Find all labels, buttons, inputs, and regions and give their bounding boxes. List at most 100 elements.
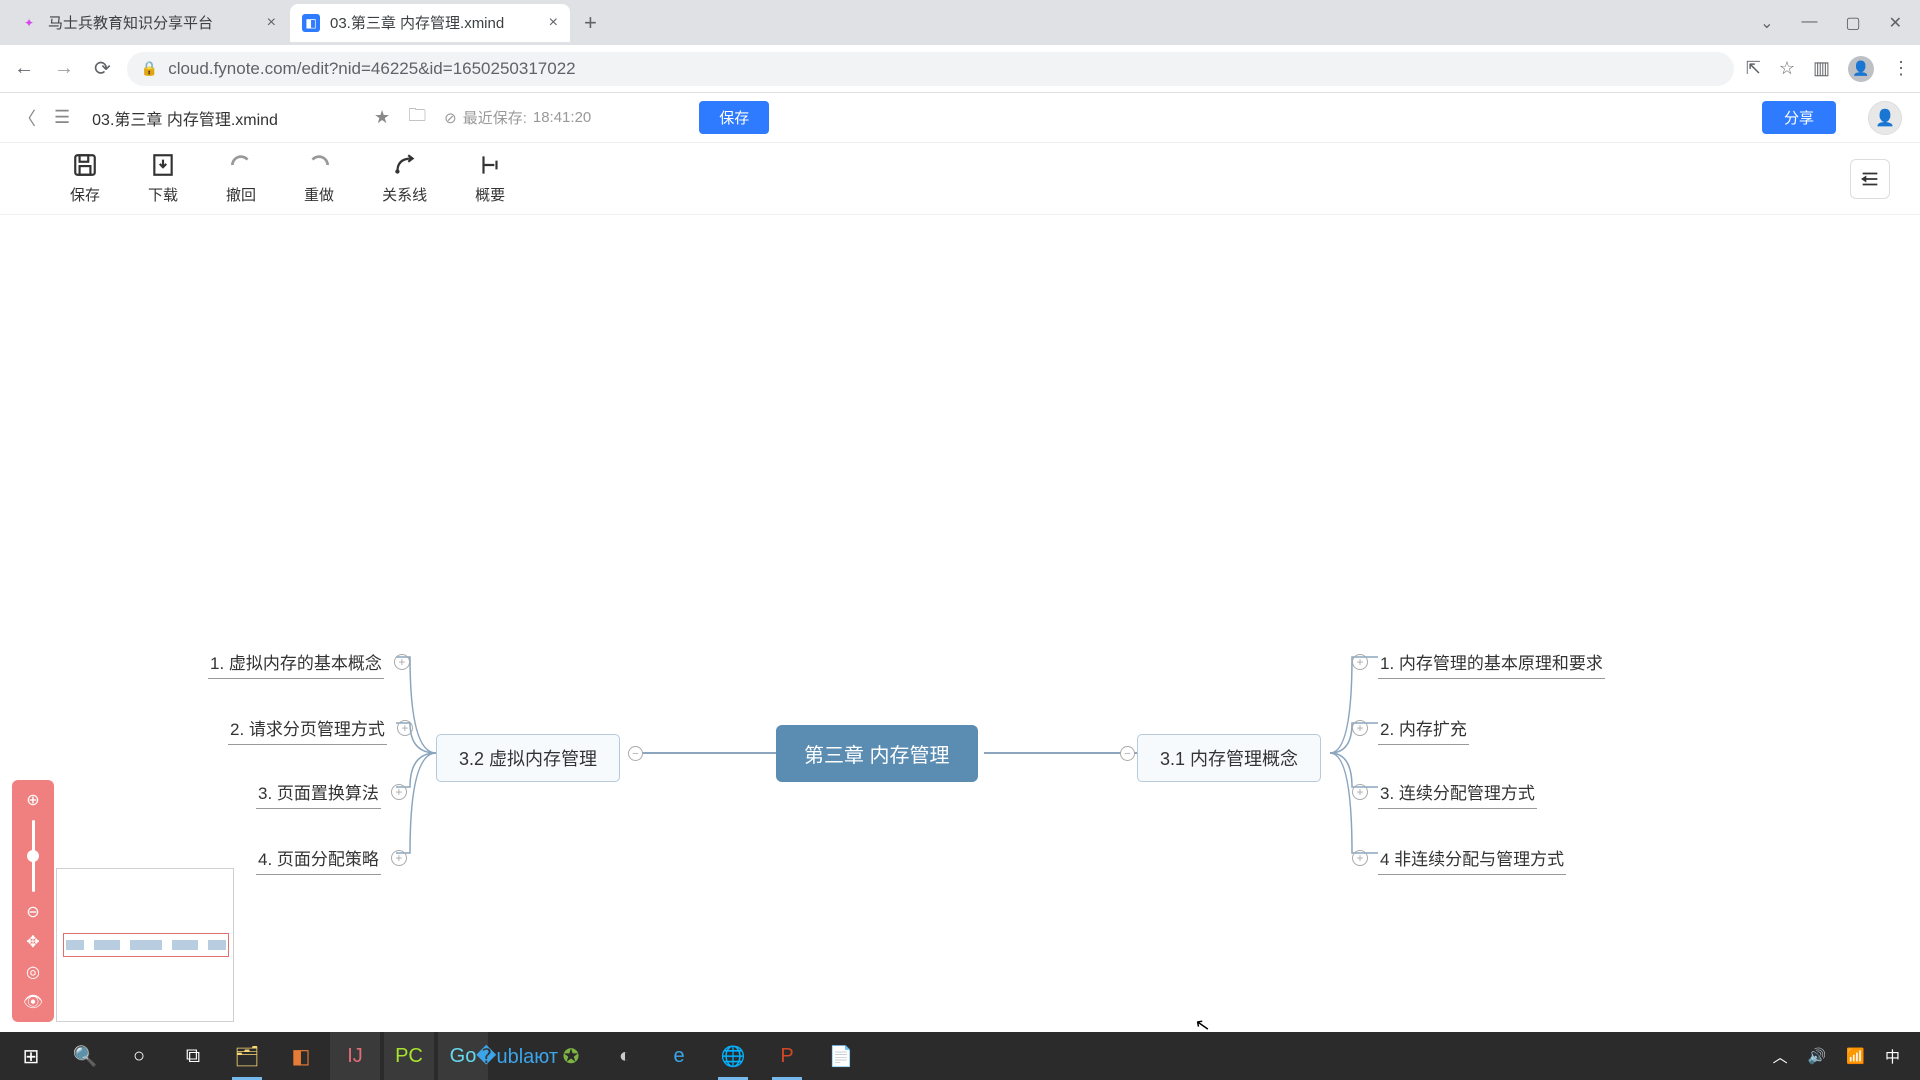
zoom-slider[interactable] [32,820,35,892]
panel-toggle-button[interactable] [1850,159,1890,199]
browser-tab-active[interactable]: ◧ 03.第三章 内存管理.xmind × [290,4,570,42]
tool-save[interactable]: 保存 [70,152,100,205]
tab-title: 马士兵教育知识分享平台 [48,12,213,33]
window-controls: ⌄ — ▢ ✕ [1760,13,1912,33]
minimize-icon[interactable]: — [1801,13,1817,33]
browser-tab[interactable]: ✦ 马士兵教育知识分享平台 × [8,4,288,42]
tool-redo[interactable]: 重做 [304,152,334,205]
vscode-icon[interactable]: �ublают [492,1032,542,1080]
move-icon[interactable]: ✥ [26,932,39,952]
locate-icon[interactable]: ◎ [26,962,40,982]
collapse-toggle[interactable]: − [628,746,643,761]
tool-relation[interactable]: 关系线 [382,152,427,205]
ime-indicator[interactable]: 中 [1885,1046,1900,1067]
zoom-out-icon[interactable]: ⊖ [26,902,39,922]
notepad-icon[interactable]: 📄 [816,1032,866,1080]
close-icon[interactable]: × [267,14,276,32]
favicon-icon: ◧ [302,14,320,32]
new-tab-button[interactable]: + [572,10,609,36]
outline-icon [1859,168,1881,190]
add-child-icon[interactable]: + [1352,654,1368,670]
search-icon[interactable]: 🔍 [60,1032,110,1080]
zoom-in-icon[interactable]: ⊕ [26,790,39,810]
app-header: 〈 ☰ 03.第三章 内存管理.xmind ★ 🗀 ⊘ 最近保存: 18:41:… [0,93,1920,143]
leaf-node[interactable]: 1. 虚拟内存的基本概念 [208,645,384,679]
system-tray: ︿ 🔊 📶 中 [1773,1046,1914,1067]
share-button[interactable]: 分享 [1762,101,1836,134]
mindmap-canvas[interactable]: 第三章 内存管理 3.2 虚拟内存管理 − 3.1 内存管理概念 − + 1. … [0,215,1920,1032]
leaf-node[interactable]: 3. 连续分配管理方式 [1378,775,1537,809]
add-child-icon[interactable]: + [397,720,413,736]
add-child-icon[interactable]: + [1352,784,1368,800]
add-child-icon[interactable]: + [1352,850,1368,866]
undo-icon [228,152,254,178]
wifi-icon[interactable]: 📶 [1846,1047,1865,1065]
kebab-menu-icon[interactable]: ⋮ [1892,58,1910,79]
powerpoint-icon[interactable]: P [762,1032,812,1080]
left-branch-node[interactable]: 3.2 虚拟内存管理 [436,734,620,782]
task-view-icon[interactable]: ⧉ [168,1032,218,1080]
collapse-toggle[interactable]: − [1120,746,1135,761]
relation-icon [392,152,418,178]
tool-undo[interactable]: 撤回 [226,152,256,205]
url-input[interactable]: 🔒 cloud.fynote.com/edit?nid=46225&id=165… [127,52,1734,86]
cortana-icon[interactable]: ○ [114,1032,164,1080]
save-button[interactable]: 保存 [699,101,769,134]
add-child-icon[interactable]: + [391,784,407,800]
menu-icon[interactable]: ☰ [54,107,70,128]
add-child-icon[interactable]: + [394,654,410,670]
minimap[interactable] [56,868,234,1022]
app-icon[interactable]: ✪ [546,1032,596,1080]
leaf-node[interactable]: 2. 内存扩充 [1378,711,1469,745]
back-icon[interactable]: 〈 [18,105,36,131]
sidepanel-icon[interactable]: ▥ [1813,58,1830,79]
back-button[interactable]: ← [10,53,38,84]
leaf-node[interactable]: 1. 内存管理的基本原理和要求 [1378,645,1605,679]
explorer-icon[interactable]: 🗂 [222,1032,272,1080]
eye-icon[interactable]: 👁 [23,992,43,1012]
tool-download[interactable]: 下载 [148,152,178,205]
leaf-node[interactable]: 2. 请求分页管理方式 [228,711,387,745]
windows-taskbar: ⊞ 🔍 ○ ⧉ 🗂 ◧ IJ PC Go �ublают ✪ ◐ e 🌐 P 📄… [0,1032,1920,1080]
maximize-icon[interactable]: ▢ [1845,13,1860,33]
forward-button[interactable]: → [50,53,78,84]
app-icon[interactable]: ◐ [600,1032,650,1080]
close-icon[interactable]: × [549,14,558,32]
folder-icon[interactable]: 🗀 [408,103,426,133]
profile-icon[interactable]: 👤 [1848,56,1874,82]
lock-icon: 🔒 [141,60,158,77]
download-icon [150,152,176,178]
edge-icon[interactable]: e [654,1032,704,1080]
chevron-down-icon[interactable]: ⌄ [1760,13,1773,33]
app-icon[interactable]: ◧ [276,1032,326,1080]
app-icon[interactable]: PC [384,1032,434,1080]
close-window-icon[interactable]: ✕ [1889,13,1902,33]
check-icon: ⊘ [444,109,457,127]
toolbar: 保存 下载 撤回 重做 关系线 概要 [0,143,1920,215]
last-saved: ⊘ 最近保存: 18:41:20 [444,107,591,128]
bookmark-icon[interactable]: ☆ [1779,58,1795,79]
save-icon [72,152,98,178]
connector-lines [0,215,1920,1035]
leaf-node[interactable]: 4. 页面分配策略 [256,841,381,875]
reload-button[interactable]: ⟳ [90,52,115,85]
tool-summary[interactable]: 概要 [475,152,505,205]
document-title: 03.第三章 内存管理.xmind [92,106,278,130]
leaf-node[interactable]: 4 非连续分配与管理方式 [1378,841,1566,875]
start-button[interactable]: ⊞ [6,1032,56,1080]
url-text: cloud.fynote.com/edit?nid=46225&id=16502… [168,59,575,79]
share-page-icon[interactable]: ⇱ [1746,58,1761,79]
add-child-icon[interactable]: + [391,850,407,866]
right-branch-node[interactable]: 3.1 内存管理概念 [1137,734,1321,782]
star-icon[interactable]: ★ [374,107,390,128]
chrome-icon[interactable]: 🌐 [708,1032,758,1080]
user-avatar[interactable]: 👤 [1868,101,1902,135]
add-child-icon[interactable]: + [1352,720,1368,736]
central-node[interactable]: 第三章 内存管理 [776,725,978,782]
redo-icon [306,152,332,178]
leaf-node[interactable]: 3. 页面置换算法 [256,775,381,809]
tray-chevron-icon[interactable]: ︿ [1773,1046,1788,1067]
app-icon[interactable]: IJ [330,1032,380,1080]
address-bar: ← → ⟳ 🔒 cloud.fynote.com/edit?nid=46225&… [0,45,1920,93]
volume-icon[interactable]: 🔊 [1808,1047,1827,1065]
